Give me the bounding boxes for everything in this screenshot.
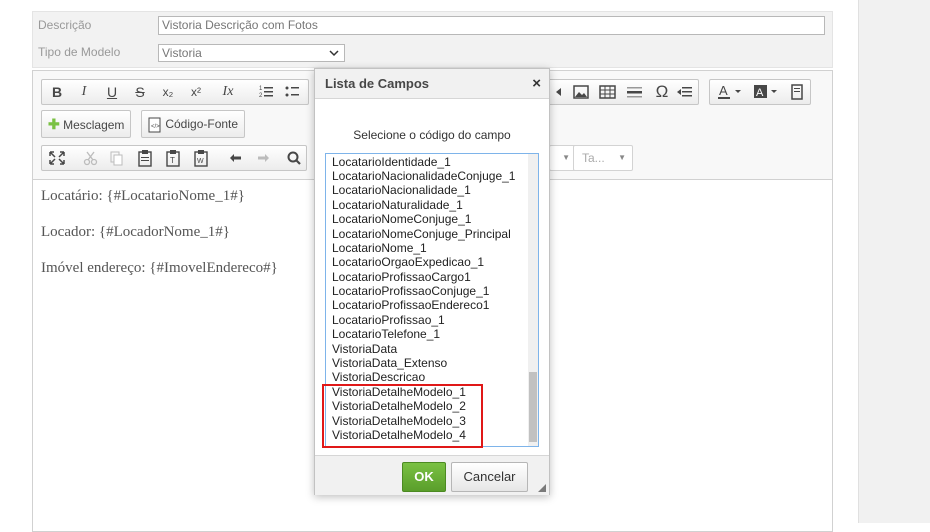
maximize-icon[interactable] bbox=[44, 146, 70, 170]
bold-button[interactable]: B bbox=[44, 80, 70, 104]
numbered-list-icon[interactable]: 12 bbox=[253, 80, 279, 104]
redo-icon[interactable] bbox=[250, 146, 276, 170]
list-item[interactable]: LocatarioProfissaoEndereco1 bbox=[332, 298, 489, 312]
remove-format-button[interactable]: Ix bbox=[215, 80, 241, 104]
list-item[interactable]: LocatarioTelefone_1 bbox=[332, 327, 440, 341]
page-break-icon[interactable] bbox=[672, 80, 698, 104]
paste-text-icon[interactable]: T bbox=[160, 146, 186, 170]
list-item[interactable]: LocatarioIdentidade_1 bbox=[332, 155, 451, 169]
subscript-button[interactable]: x₂ bbox=[155, 80, 181, 104]
paste-word-icon[interactable]: W bbox=[188, 146, 214, 170]
source-code-icon: </> bbox=[148, 117, 162, 133]
font-size-label: Ta... bbox=[582, 151, 605, 165]
list-item[interactable]: LocatarioProfissaoCargo1 bbox=[332, 270, 471, 284]
bulleted-list-icon[interactable] bbox=[280, 80, 306, 104]
cut-icon[interactable] bbox=[78, 146, 104, 170]
svg-text:</>: </> bbox=[151, 124, 160, 130]
list-item[interactable]: LocatarioProfissao_1 bbox=[332, 313, 445, 327]
content-line-imovel[interactable]: Imóvel endereço: {#ImovelEndereco#} bbox=[41, 260, 278, 277]
undo-icon[interactable] bbox=[222, 146, 248, 170]
basic-styles-group: B I U S x₂ x² Ix 12 bbox=[41, 79, 309, 105]
list-item[interactable]: VistoriaData bbox=[332, 342, 397, 356]
svg-text:W: W bbox=[197, 158, 204, 165]
dialog-footer: OK Cancelar bbox=[315, 455, 549, 495]
caret-down-icon: ▼ bbox=[618, 153, 626, 162]
background-color-icon[interactable]: A bbox=[750, 80, 780, 104]
list-item[interactable]: LocatarioNaturalidade_1 bbox=[332, 198, 463, 212]
descricao-label: Descrição bbox=[38, 18, 92, 32]
content-line-locatario[interactable]: Locatário: {#LocatarioNome_1#} bbox=[41, 188, 245, 205]
font-size-combo[interactable]: Ta... ▼ bbox=[573, 145, 633, 171]
table-icon[interactable] bbox=[595, 80, 621, 104]
list-item[interactable]: LocatarioNacionalidade_1 bbox=[332, 183, 471, 197]
cancel-button[interactable]: Cancelar bbox=[451, 462, 528, 492]
superscript-button[interactable]: x² bbox=[183, 80, 209, 104]
list-item[interactable]: LocatarioNacionalidadeConjuge_1 bbox=[332, 169, 515, 183]
mesclagem-button[interactable]: ✚ Mesclagem bbox=[41, 110, 132, 138]
caret-down-icon: ▼ bbox=[562, 153, 570, 162]
right-side-panel bbox=[858, 0, 930, 523]
svg-text:A: A bbox=[719, 83, 728, 98]
resize-grip-icon[interactable] bbox=[538, 484, 546, 492]
descricao-input[interactable]: Vistoria Descrição com Fotos bbox=[158, 16, 825, 35]
preview-icon[interactable] bbox=[784, 80, 810, 104]
plus-icon: ✚ bbox=[48, 116, 60, 132]
horizontal-line-icon[interactable] bbox=[622, 80, 648, 104]
paste-icon[interactable] bbox=[132, 146, 158, 170]
tipo-modelo-value: Vistoria bbox=[162, 46, 202, 60]
close-icon[interactable]: × bbox=[532, 69, 541, 98]
insert-group: Ω bbox=[547, 79, 699, 105]
list-item[interactable]: LocatarioNome_1 bbox=[332, 241, 427, 255]
svg-text:A: A bbox=[756, 87, 764, 99]
dialog-title-bar[interactable]: Lista de Campos × bbox=[315, 69, 549, 99]
codigo-fonte-button[interactable]: </> Código-Fonte bbox=[141, 110, 246, 138]
list-scrollbar-thumb[interactable] bbox=[529, 372, 537, 442]
list-item[interactable]: LocatarioNomeConjuge_Principal bbox=[332, 227, 511, 241]
strikethrough-button[interactable]: S bbox=[127, 80, 153, 104]
image-icon[interactable] bbox=[568, 80, 594, 104]
copy-icon[interactable] bbox=[104, 146, 130, 170]
annotation-highlight-box bbox=[322, 384, 483, 448]
list-item[interactable]: VistoriaDescricao bbox=[332, 370, 425, 384]
list-item[interactable]: LocatarioNomeConjuge_1 bbox=[332, 212, 471, 226]
mesclagem-label: Mesclagem bbox=[63, 118, 125, 132]
text-color-icon[interactable]: A bbox=[714, 80, 744, 104]
list-item[interactable]: VistoriaData_Extenso bbox=[332, 356, 447, 370]
clipboard-group: T W bbox=[41, 145, 307, 171]
model-form: Descrição Vistoria Descrição com Fotos T… bbox=[32, 11, 833, 68]
italic-button[interactable]: I bbox=[71, 80, 97, 104]
codigo-fonte-label: Código-Fonte bbox=[165, 117, 239, 131]
svg-text:2: 2 bbox=[259, 93, 263, 99]
dialog-title: Lista de Campos bbox=[325, 76, 430, 91]
ok-button[interactable]: OK bbox=[402, 462, 446, 492]
search-icon[interactable] bbox=[282, 146, 308, 170]
underline-button[interactable]: U bbox=[99, 80, 125, 104]
svg-text:T: T bbox=[170, 156, 175, 165]
svg-text:1: 1 bbox=[259, 86, 263, 92]
list-item[interactable]: LocatarioOrgaoExpedicao_1 bbox=[332, 255, 484, 269]
tipo-modelo-select[interactable]: Vistoria bbox=[158, 44, 345, 62]
dialog-subtitle: Selecione o código do campo bbox=[353, 128, 511, 142]
list-scrollbar[interactable] bbox=[528, 154, 538, 446]
color-group: A A bbox=[709, 79, 811, 105]
chevron-down-icon bbox=[329, 45, 339, 61]
content-line-locador[interactable]: Locador: {#LocadorNome_1#} bbox=[41, 224, 230, 241]
list-item[interactable]: LocatarioProfissaoConjuge_1 bbox=[332, 284, 489, 298]
tipo-modelo-label: Tipo de Modelo bbox=[38, 45, 121, 59]
